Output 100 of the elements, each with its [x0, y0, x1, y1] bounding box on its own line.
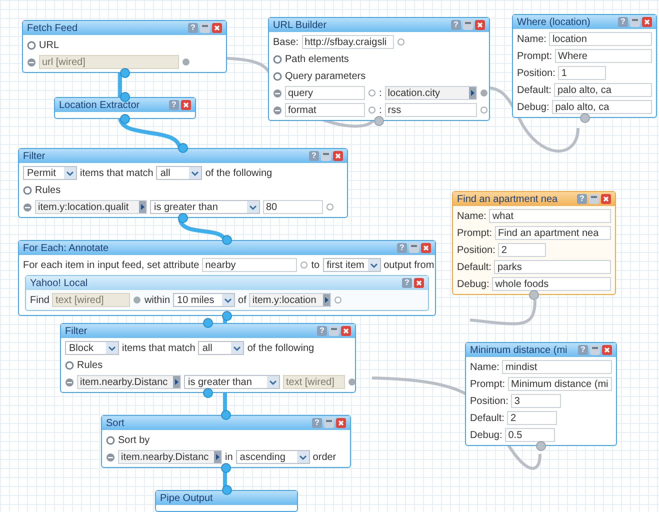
module-header[interactable]: For Each: Annotate ?	[19, 241, 435, 255]
module-header[interactable]: Location Extractor ?	[55, 98, 195, 112]
module-panel[interactable]: Filter ? Block items that match all of the following Rules item.nearby.Distanc is greater than text [wired]	[60, 323, 356, 393]
module-panel[interactable]: Where (location) ? Name: location Prompt: Where Position: 1 Default: palo alto, ca Debug: palo alto, ca	[512, 14, 657, 118]
input-field[interactable]: palo alto, ca	[554, 83, 652, 97]
input-field[interactable]: format	[285, 103, 365, 117]
module-panel[interactable]: Fetch Feed ? URL url [wired]	[22, 20, 227, 73]
remove-icon[interactable]	[273, 106, 282, 114]
input-field[interactable]: 2	[498, 243, 546, 257]
input-field[interactable]: 3	[511, 394, 562, 408]
close-button[interactable]	[601, 194, 611, 204]
minimize-button[interactable]	[324, 418, 334, 428]
dropdown[interactable]: is greater than	[150, 200, 260, 214]
terminal-icon[interactable]	[536, 441, 546, 451]
terminal-icon[interactable]	[480, 89, 488, 97]
module-panel[interactable]: Location Extractor ?	[54, 97, 196, 119]
terminal-icon[interactable]	[396, 38, 405, 46]
input-field[interactable]: location.city	[384, 86, 477, 100]
input-field[interactable]: palo alto, ca	[552, 100, 652, 114]
module-header[interactable]: Sort ?	[102, 416, 350, 430]
input-field[interactable]: Minimum distance (mi	[508, 377, 612, 391]
input-field[interactable]: what	[489, 209, 611, 223]
minimize-button[interactable]	[590, 345, 600, 355]
remove-icon[interactable]	[106, 452, 115, 462]
terminal-icon[interactable]	[529, 290, 539, 300]
module-header[interactable]: URL Builder ?	[269, 18, 489, 32]
remove-icon[interactable]	[27, 58, 36, 66]
input-field[interactable]: query	[285, 86, 365, 100]
add-icon[interactable]	[23, 186, 32, 194]
module-header[interactable]: Minimum distance (mi ?	[466, 343, 616, 357]
input-field[interactable]: Find an apartment nea	[495, 226, 611, 240]
terminal-icon[interactable]	[334, 296, 342, 304]
dropdown[interactable]: ascending	[236, 450, 310, 464]
minimize-button[interactable]	[321, 151, 331, 161]
module-header[interactable]: Yahoo! Local ?	[26, 276, 428, 290]
input-field[interactable]: 1	[558, 66, 606, 80]
terminal-icon[interactable]	[326, 203, 334, 211]
terminal-icon[interactable]	[221, 410, 231, 420]
close-button[interactable]	[181, 100, 191, 110]
terminal-icon[interactable]	[368, 89, 376, 97]
minimize-button[interactable]	[589, 194, 599, 204]
input-field[interactable]: parks	[494, 260, 611, 274]
input-field[interactable]: 0.5	[505, 428, 556, 442]
close-button[interactable]	[212, 23, 222, 33]
terminal-icon[interactable]	[480, 106, 488, 114]
input-field[interactable]: item.y:location.qualit	[35, 200, 147, 214]
input-field[interactable]: Where	[555, 49, 652, 63]
close-button[interactable]	[642, 17, 652, 27]
dropdown[interactable]: all	[198, 341, 244, 355]
add-icon[interactable]	[27, 40, 36, 50]
input-field[interactable]: mindist	[502, 360, 612, 374]
input-field[interactable]: item.y:location	[249, 293, 332, 307]
module-panel[interactable]: Yahoo! Local ? Find text [wired] within 10 miles of item.y:location	[25, 275, 429, 311]
close-button[interactable]	[475, 20, 485, 30]
terminal-icon[interactable]	[368, 106, 376, 114]
terminal-icon[interactable]	[222, 485, 232, 495]
minimize-button[interactable]	[463, 20, 473, 30]
module-header[interactable]: Filter ?	[19, 149, 347, 163]
input-field[interactable]: item.nearby.Distanc	[77, 375, 181, 389]
dropdown[interactable]: Permit	[23, 166, 77, 180]
input-field[interactable]: item.nearby.Distanc	[118, 450, 222, 464]
module-panel[interactable]: URL Builder ? Base: http://sfbay.craigsli Path elements Query parameters query : location.city format : rss	[268, 17, 490, 121]
input-field[interactable]: 80	[263, 200, 323, 214]
input-field[interactable]: location	[549, 32, 652, 46]
module-panel[interactable]: Pipe Output	[155, 490, 298, 512]
close-button[interactable]	[421, 243, 431, 253]
close-button[interactable]	[341, 326, 351, 336]
remove-icon[interactable]	[23, 202, 32, 212]
input-field[interactable]: 2	[507, 411, 558, 425]
input-field[interactable]: http://sfbay.craigsli	[302, 35, 394, 49]
module-panel[interactable]: Minimum distance (mi ? Name: mindist Prompt: Minimum distance (mi Position: 3 Default: 2 Debug: 0.5	[465, 342, 617, 446]
dropdown[interactable]: first item	[322, 258, 381, 272]
input-field[interactable]: rss	[384, 103, 477, 117]
module-panel[interactable]: Find an apartment nea ? Name: what Prompt: Find an apartment nea Position: 2 Default: parks Debug: whole foods	[452, 191, 616, 295]
module-panel[interactable]: For Each: Annotate ? For each item in input feed, set attribute nearby to first item output from Yahoo! Local ? Find text [wired] within 10 miles of item.y:location	[18, 240, 436, 316]
terminal-icon[interactable]	[374, 116, 384, 126]
terminal-icon[interactable]	[178, 213, 188, 223]
module-header[interactable]: Where (location) ?	[513, 15, 656, 29]
dropdown[interactable]: is greater than	[184, 375, 280, 389]
minimize-button[interactable]	[630, 17, 640, 27]
module-panel[interactable]: Filter ? Permit items that match all of the following Rules item.y:location.qualit is greater than 80	[18, 148, 348, 218]
module-header[interactable]: Fetch Feed ?	[23, 21, 226, 35]
dropdown[interactable]: all	[156, 166, 202, 180]
terminal-icon[interactable]	[203, 388, 213, 398]
terminal-icon[interactable]	[300, 261, 308, 269]
remove-icon[interactable]	[65, 378, 74, 386]
terminal-icon[interactable]	[182, 58, 190, 66]
module-header[interactable]: Filter ?	[61, 324, 355, 338]
close-button[interactable]	[602, 345, 612, 355]
dropdown[interactable]: 10 miles	[173, 293, 236, 307]
dropdown[interactable]: Block	[65, 341, 119, 355]
terminal-icon[interactable]	[133, 296, 142, 304]
input-field[interactable]: nearby	[202, 258, 298, 272]
add-icon[interactable]	[106, 436, 115, 444]
close-button[interactable]	[414, 278, 424, 288]
close-button[interactable]	[333, 151, 343, 161]
minimize-button[interactable]	[200, 23, 210, 33]
input-field[interactable]: whole foods	[492, 277, 611, 291]
module-header[interactable]: Find an apartment nea ?	[453, 192, 615, 206]
module-header[interactable]: Pipe Output	[156, 491, 297, 505]
